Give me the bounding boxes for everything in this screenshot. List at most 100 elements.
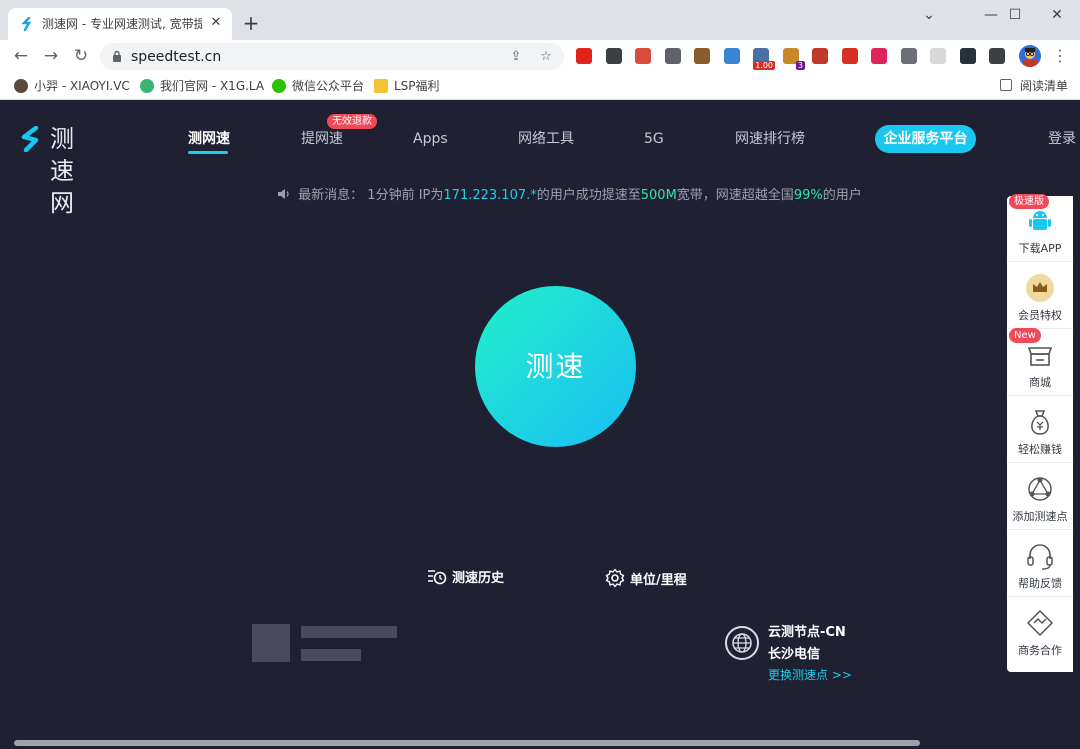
bookmark-x1g[interactable]: 我们官网 - X1G.LA <box>140 77 264 95</box>
side-help[interactable]: 帮助反馈 <box>1007 531 1073 597</box>
side-label: 下载APP <box>1018 242 1062 255</box>
window-close-icon[interactable]: ✕ <box>1034 0 1080 30</box>
history-label: 测速历史 <box>452 571 505 586</box>
share-icon[interactable]: ⇪ <box>506 47 526 67</box>
speedtest-page: 测速网 测网速 提网速 无效退款 Apps 网络工具 5G 网速排行榜 企业服务… <box>0 101 1080 749</box>
ext-red-shield-icon[interactable] <box>576 48 592 64</box>
ext-red-alert-icon[interactable] <box>842 48 858 64</box>
ext-dark-app-icon[interactable] <box>960 48 976 64</box>
ext-copy-icon[interactable] <box>665 48 681 64</box>
bookmark-label: 微信公众平台 <box>292 79 365 93</box>
browser-tabstrip: 测速网 - 专业网速测试, 宽带提速 ✕ + ⌄ — ☐ ✕ <box>0 0 1080 40</box>
side-add-node[interactable]: 添加测速点 <box>1007 464 1073 530</box>
browser-tab[interactable]: 测速网 - 专业网速测试, 宽带提速 ✕ <box>8 8 232 40</box>
bookmark-label: 小羿 - XIAOYI.VC <box>34 79 130 93</box>
browser-menu-icon[interactable]: ⋮ <box>1050 44 1070 68</box>
side-shop[interactable]: New 商城 <box>1007 328 1073 396</box>
extension-badge: 3 <box>795 61 805 70</box>
reading-list-icon <box>1000 79 1012 91</box>
units-link[interactable]: 单位/里程 <box>605 568 687 588</box>
network-node-icon <box>1028 477 1052 501</box>
tab-search-icon[interactable]: ⌄ <box>906 0 952 30</box>
news-mid: 的用户成功提速至 <box>536 188 641 203</box>
side-business[interactable]: 商务合作 <box>1007 598 1073 664</box>
units-label: 单位/里程 <box>630 573 687 588</box>
bookmark-avatar-icon <box>14 79 28 93</box>
side-label: 添加测速点 <box>1012 510 1068 523</box>
news-ip: 171.223.107.* <box>443 188 537 203</box>
speedtest-favicon-icon <box>21 17 32 31</box>
nav-active-indicator <box>188 151 228 154</box>
tab-close-icon[interactable]: ✕ <box>208 15 224 31</box>
bookmark-label: 我们官网 - X1G.LA <box>160 79 265 93</box>
nav-speed-test[interactable]: 测网速 <box>188 130 230 148</box>
side-membership[interactable]: 会员特权 <box>1007 263 1073 329</box>
ext-image-icon[interactable] <box>724 48 740 64</box>
fast-version-badge: 极速版 <box>1009 194 1049 209</box>
side-label: 轻松赚钱 <box>1018 443 1062 456</box>
blurred-ip <box>301 626 397 638</box>
new-badge: New <box>1009 328 1041 343</box>
profile-avatar[interactable] <box>1019 45 1041 67</box>
change-node-link[interactable]: 更换测速点 >> <box>768 667 852 683</box>
back-icon[interactable]: ← <box>9 44 33 68</box>
side-label: 商城 <box>1029 376 1051 389</box>
ext-red-eye-icon[interactable] <box>871 48 887 64</box>
forward-icon[interactable]: → <box>39 44 63 68</box>
speaker-icon <box>278 189 289 199</box>
nav-network-tools[interactable]: 网络工具 <box>518 130 574 148</box>
start-speed-test-button[interactable]: 测速 <box>475 286 636 447</box>
news-time: 1分钟前 <box>367 188 415 203</box>
news-ticker: 最新消息： 1分钟前 IP为171.223.107.*的用户成功提速至500M宽… <box>277 187 862 205</box>
ext-puzzle-icon[interactable] <box>989 48 1005 64</box>
logo-text: 测速网 <box>50 125 75 217</box>
history-link[interactable]: 测速历史 <box>427 568 504 588</box>
ext-cookie-icon[interactable] <box>694 48 710 64</box>
bookmark-site-icon <box>140 79 154 93</box>
shop-icon <box>1027 347 1053 366</box>
news-speed: 500M <box>640 188 677 203</box>
ext-book-icon[interactable] <box>930 48 946 64</box>
url-text[interactable]: speedtest.cn <box>131 49 221 65</box>
nav-5g[interactable]: 5G <box>644 130 664 148</box>
logo-mark-icon <box>21 126 39 152</box>
side-earn-money[interactable]: 轻松赚钱 <box>1007 397 1073 463</box>
bookmarks-bar: 小羿 - XIAOYI.VC 我们官网 - X1G.LA 微信公众平台 LSP福… <box>0 72 1080 100</box>
reading-list-button[interactable]: 阅读清单 <box>1000 77 1068 95</box>
blurred-avatar <box>252 624 290 662</box>
extension-badge: 1.00 <box>753 61 775 70</box>
nav-apps[interactable]: Apps <box>413 130 448 148</box>
nav-ranking[interactable]: 网速排行榜 <box>735 130 805 148</box>
browser-toolbar: ← → ↻ speedtest.cn ⇪ ☆ 1.00 3 ⋮ <box>0 40 1080 72</box>
new-tab-icon[interactable]: + <box>240 12 262 34</box>
news-tail: 宽带，网速超越全国 <box>676 188 794 203</box>
nav-boost-speed[interactable]: 提网速 <box>301 130 343 148</box>
handshake-icon <box>1026 609 1054 637</box>
lock-icon[interactable] <box>112 50 122 62</box>
folder-icon <box>374 79 388 93</box>
side-label: 商务合作 <box>1018 644 1062 657</box>
bookmark-star-icon[interactable]: ☆ <box>536 47 556 67</box>
ext-flag-badge-icon[interactable]: 1.00 <box>753 48 775 70</box>
maximize-icon[interactable]: ☐ <box>992 0 1038 30</box>
history-icon <box>428 570 447 585</box>
bookmark-xiaoyi[interactable]: 小羿 - XIAOYI.VC <box>14 77 130 95</box>
wechat-icon <box>272 79 286 93</box>
ext-dark-box-icon[interactable] <box>606 48 622 64</box>
ext-colorful-icon[interactable] <box>812 48 828 64</box>
reload-icon[interactable]: ↻ <box>69 44 93 68</box>
side-panel: 极速版 下载APP 会员特权 New 商城 轻松赚钱 添加测速点 帮助反馈 商务… <box>1007 194 1073 672</box>
side-download-app[interactable]: 极速版 下载APP <box>1007 194 1073 262</box>
ext-pen-icon[interactable] <box>635 48 651 64</box>
ext-monkey-badge-icon[interactable]: 3 <box>783 48 805 70</box>
address-bar[interactable]: speedtest.cn ⇪ ☆ <box>100 43 564 70</box>
enterprise-platform-button[interactable]: 企业服务平台 <box>875 125 976 153</box>
bookmark-folder-lsp[interactable]: LSP福利 <box>374 77 440 95</box>
horizontal-scrollbar[interactable] <box>14 740 920 746</box>
login-link[interactable]: 登录 <box>1048 130 1076 148</box>
news-prefix: 最新消息： <box>298 188 364 203</box>
ext-gray-arrow-icon[interactable] <box>901 48 917 64</box>
bookmark-wechat[interactable]: 微信公众平台 <box>272 77 364 95</box>
side-label: 帮助反馈 <box>1018 577 1062 590</box>
blurred-isp <box>301 649 361 661</box>
